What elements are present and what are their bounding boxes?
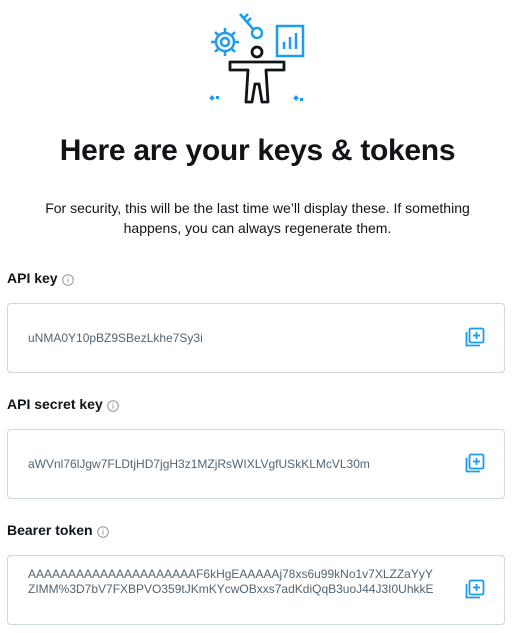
key-icon <box>239 13 264 40</box>
copy-api-secret-key-button[interactable] <box>464 452 486 474</box>
info-icon[interactable] <box>106 399 119 412</box>
info-icon[interactable] <box>96 525 109 538</box>
api-key-label: API key <box>7 270 58 286</box>
copy-api-key-button[interactable] <box>464 326 486 348</box>
copy-bearer-token-button[interactable] <box>464 578 486 600</box>
sparkle-icon <box>209 95 303 101</box>
gear-icon <box>211 28 239 56</box>
api-key-value[interactable]: uNMA0Y10pBZ9SBezLkhe7Sy3i <box>28 331 434 346</box>
copy-icon <box>465 579 485 599</box>
api-secret-key-label-row: API secret key <box>7 396 119 412</box>
chart-board-icon <box>275 24 305 58</box>
api-key-label-row: API key <box>7 270 74 286</box>
copy-icon <box>465 453 485 473</box>
api-secret-key-value[interactable]: aWVnl76lJgw7FLDtjHD7jgH3z1MZjRsWIXLVgfUS… <box>28 457 434 472</box>
keys-illustration <box>200 4 315 112</box>
page-subtitle: For security, this will be the last time… <box>45 200 470 236</box>
bearer-token-field: AAAAAAAAAAAAAAAAAAAAAF6kHgEAAAAAj78xs6u9… <box>7 555 505 625</box>
bearer-token-label: Bearer token <box>7 522 93 538</box>
api-secret-key-field: aWVnl76lJgw7FLDtjHD7jgH3z1MZjRsWIXLVgfUS… <box>7 429 505 499</box>
api-key-field: uNMA0Y10pBZ9SBezLkhe7Sy3i <box>7 303 505 373</box>
bearer-token-label-row: Bearer token <box>7 522 109 538</box>
bearer-token-value[interactable]: AAAAAAAAAAAAAAAAAAAAAF6kHgEAAAAAj78xs6u9… <box>28 567 434 597</box>
page-title: Here are your keys & tokens <box>59 134 456 167</box>
api-secret-key-label: API secret key <box>7 396 103 412</box>
copy-icon <box>465 327 485 347</box>
info-icon[interactable] <box>61 273 74 286</box>
